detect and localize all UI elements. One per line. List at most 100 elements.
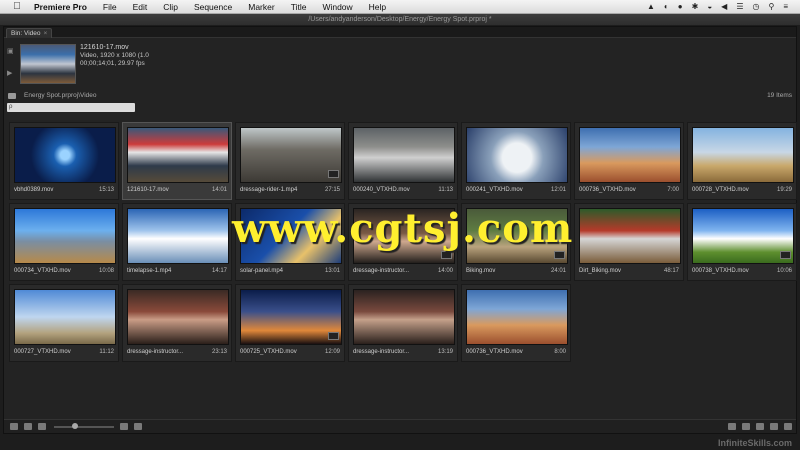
- apple-menu-icon[interactable]: : [10, 1, 24, 12]
- media-label: Biking.mov 24:01: [466, 268, 566, 276]
- media-duration: 11:13: [438, 187, 453, 193]
- media-item[interactable]: dressage-instructor... 23:13: [122, 284, 232, 362]
- media-duration: 23:13: [211, 349, 227, 355]
- media-name: 000736_VTXHD.mov: [579, 187, 636, 193]
- watermark: www.cgtsj.com: [232, 205, 574, 252]
- panel-tab-bar: Bin: Video ×: [4, 27, 796, 38]
- media-label: timelapse-1.mp4 14:17: [127, 268, 227, 276]
- preview-thumbnail[interactable]: [20, 44, 76, 84]
- media-thumbnail[interactable]: [466, 127, 568, 183]
- media-thumbnail[interactable]: [14, 127, 116, 183]
- bottom-toolbar: [4, 419, 796, 433]
- media-thumbnail[interactable]: [692, 208, 794, 264]
- icon-view-icon[interactable]: [38, 423, 46, 430]
- media-thumbnail[interactable]: [353, 127, 455, 183]
- media-name: dressage-instructor...: [353, 268, 410, 274]
- zoom-slider-track[interactable]: [54, 426, 114, 428]
- zoom-slider-knob[interactable]: [72, 423, 78, 429]
- new-bin-icon[interactable]: [756, 423, 764, 430]
- media-duration: 11:12: [99, 349, 114, 355]
- media-duration: 13:01: [324, 268, 340, 274]
- clip-preview-area: ▣ ▶ 121610-17.mov Video, 1920 x 1080 (1.…: [4, 39, 796, 89]
- record-icon[interactable]: ●: [678, 2, 683, 11]
- media-thumbnail[interactable]: [127, 127, 229, 183]
- media-thumbnail[interactable]: [579, 208, 681, 264]
- preview-clip-name: 121610-17.mov: [80, 44, 129, 51]
- media-name: Biking.mov: [466, 268, 496, 274]
- media-item[interactable]: 121610-17.mov 14:01: [122, 122, 232, 200]
- bin-new-icon[interactable]: [728, 423, 736, 430]
- media-grid: vbhd0389.mov 15:13 121610-17.mov 14:01 dress…: [6, 122, 797, 405]
- media-item[interactable]: 000725_VTXHD.mov 12:09: [235, 284, 345, 362]
- dropbox-icon[interactable]: ▲: [647, 2, 655, 11]
- media-thumbnail[interactable]: [127, 208, 229, 264]
- media-item[interactable]: 000727_VTXHD.mov 11:12: [9, 284, 119, 362]
- media-thumbnail[interactable]: [466, 289, 568, 345]
- media-item[interactable]: 000728_VTXHD.mov 19:29: [687, 122, 797, 200]
- media-item[interactable]: vbhd0389.mov 15:13: [9, 122, 119, 200]
- media-label: 121610-17.mov 14:01: [127, 187, 227, 195]
- search-icon: ρ: [9, 104, 13, 110]
- new-item-icon[interactable]: [770, 423, 778, 430]
- menu-help[interactable]: Help: [369, 2, 386, 12]
- media-duration: 10:06: [776, 268, 792, 274]
- lock-icon[interactable]: [10, 423, 18, 430]
- search-input[interactable]: ρ: [7, 103, 135, 112]
- media-item[interactable]: 000738_VTXHD.mov 10:06: [687, 203, 797, 281]
- notification-icon[interactable]: ☰: [736, 2, 743, 11]
- media-thumbnail[interactable]: [14, 289, 116, 345]
- app-menu[interactable]: Premiere Pro: [34, 2, 87, 12]
- clock-icon[interactable]: ◷: [752, 2, 759, 11]
- media-thumbnail[interactable]: [14, 208, 116, 264]
- poster-frame-icon[interactable]: ▣: [7, 47, 17, 55]
- media-thumbnail[interactable]: [240, 289, 342, 345]
- sync-icon[interactable]: ◐: [664, 2, 669, 11]
- media-item[interactable]: dressage-rider-1.mp4 27:15: [235, 122, 345, 200]
- media-item[interactable]: Dirt_Biking.mov 48:17: [574, 203, 684, 281]
- media-item[interactable]: 000734_VTXHD.mov 10:08: [9, 203, 119, 281]
- media-name: timelapse-1.mp4: [127, 268, 172, 274]
- media-label: 000241_VTXHD.mov 12:01: [466, 187, 566, 195]
- wifi-icon[interactable]: ◒: [707, 2, 712, 11]
- bluetooth-icon[interactable]: ✱: [692, 2, 699, 11]
- clip-info: 121610-17.mov Video, 1920 x 1080 (1.0 00…: [80, 44, 149, 68]
- media-label: 000736_VTXHD.mov 7:00: [579, 187, 679, 195]
- menu-file[interactable]: File: [103, 2, 117, 12]
- menu-window[interactable]: Window: [322, 2, 352, 12]
- spotlight-icon[interactable]: ⚲: [768, 2, 774, 11]
- media-name: dressage-instructor...: [353, 349, 410, 355]
- trash-icon[interactable]: [784, 423, 792, 430]
- menu-title[interactable]: Title: [291, 2, 307, 12]
- media-item[interactable]: timelapse-1.mp4 14:17: [122, 203, 232, 281]
- bin-path-bar: Energy Spot.prproj\Video 19 Items: [4, 90, 796, 101]
- media-duration: 48:17: [663, 268, 679, 274]
- menu-clip[interactable]: Clip: [163, 2, 178, 12]
- volume-icon[interactable]: ◀: [721, 2, 727, 11]
- media-duration: 14:17: [211, 268, 227, 274]
- play-icon[interactable]: ▶: [7, 69, 17, 77]
- preview-duration-info: 00;00;14;01, 29.97 fps: [80, 60, 145, 67]
- media-thumbnail[interactable]: [692, 127, 794, 183]
- close-icon[interactable]: ×: [44, 29, 48, 38]
- find-icon[interactable]: [742, 423, 750, 430]
- media-item[interactable]: 000240_VTXHD.mov 11:13: [348, 122, 458, 200]
- media-thumbnail[interactable]: [579, 127, 681, 183]
- automate-icon[interactable]: [134, 423, 142, 430]
- media-item[interactable]: 000736_VTXHD.mov 7:00: [574, 122, 684, 200]
- media-duration: 7:00: [667, 187, 679, 193]
- tab-bin-video[interactable]: Bin: Video ×: [6, 28, 53, 38]
- list-view-icon[interactable]: [24, 423, 32, 430]
- media-item[interactable]: dressage-instructor... 13:19: [348, 284, 458, 362]
- media-item[interactable]: 000736_VTXHD.mov 8:00: [461, 284, 571, 362]
- menu-sequence[interactable]: Sequence: [194, 2, 232, 12]
- menu-edit[interactable]: Edit: [133, 2, 148, 12]
- sort-icon[interactable]: [120, 423, 128, 430]
- list-icon[interactable]: ≡: [783, 2, 788, 11]
- media-item[interactable]: 000241_VTXHD.mov 12:01: [461, 122, 571, 200]
- menu-marker[interactable]: Marker: [248, 2, 274, 12]
- media-thumbnail[interactable]: [353, 289, 455, 345]
- media-thumbnail[interactable]: [127, 289, 229, 345]
- brand-watermark: InfiniteSkills.com: [717, 438, 792, 448]
- media-thumbnail[interactable]: [240, 127, 342, 183]
- media-label: 000725_VTXHD.mov 12:09: [240, 349, 340, 357]
